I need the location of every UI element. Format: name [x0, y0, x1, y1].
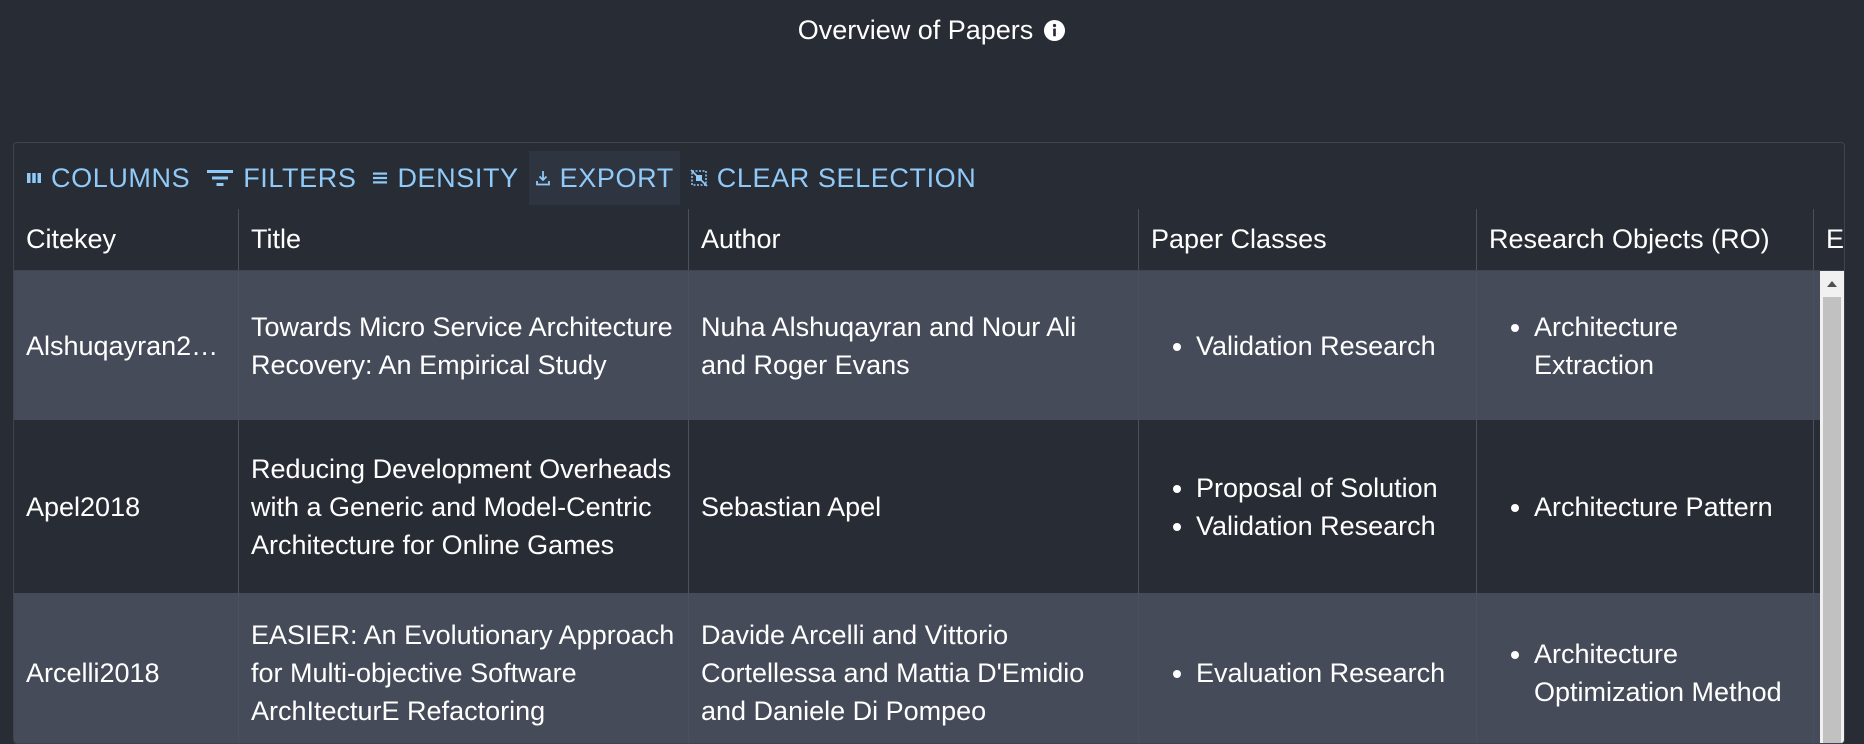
density-button[interactable]: DENSITY	[366, 151, 524, 205]
title-cell[interactable]: Reducing Development Overheads with a Ge…	[239, 420, 689, 593]
export-label: EXPORT	[559, 162, 674, 193]
citekey-cell[interactable]: Arcelli2018	[14, 593, 239, 743]
research-objects-cell[interactable]: Architecture Extraction	[1477, 271, 1814, 420]
table-row[interactable]: Arcelli2018 EASIER: An Evolutionary Appr…	[14, 593, 1844, 743]
list-item: Architecture Extraction	[1534, 308, 1803, 384]
citekey-text: Alshuqayran2…	[26, 330, 219, 361]
table-row[interactable]: Apel2018 Reducing Development Overheads …	[14, 420, 1844, 593]
page-header: Overview of Papers	[0, 0, 1864, 60]
column-header-label: E	[1826, 224, 1844, 254]
column-header-row: Citekey Title Author Paper Classes Resea…	[14, 209, 1844, 271]
citekey-cell[interactable]: Apel2018	[14, 420, 239, 593]
column-header-citekey[interactable]: Citekey	[14, 209, 239, 270]
clear-selection-label: CLEAR SELECTION	[716, 162, 977, 193]
vertical-scrollbar[interactable]	[1820, 271, 1844, 743]
page-title: Overview of Papers	[797, 14, 1034, 45]
title-text: Reducing Development Overheads with a Ge…	[251, 453, 672, 560]
author-cell[interactable]: Davide Arcelli and Vittorio Cortellessa …	[689, 593, 1139, 743]
author-text: Sebastian Apel	[701, 491, 882, 522]
column-header-truncated[interactable]: E	[1814, 209, 1844, 270]
list-item: Architecture Optimization Method	[1534, 635, 1803, 711]
paper-classes-cell[interactable]: Evaluation Research	[1139, 593, 1477, 743]
column-header-label: Title	[251, 224, 302, 254]
list-item: Validation Research	[1196, 327, 1436, 365]
column-header-label: Paper Classes	[1151, 224, 1327, 254]
title-cell[interactable]: EASIER: An Evolutionary Approach for Mul…	[239, 593, 689, 743]
clear-selection-button[interactable]: CLEAR SELECTION	[684, 151, 983, 205]
citekey-text: Arcelli2018	[26, 658, 160, 688]
columns-button[interactable]: COLUMNS	[20, 151, 196, 205]
paper-classes-list: Evaluation Research	[1151, 654, 1445, 692]
column-header-paper-classes[interactable]: Paper Classes	[1139, 209, 1477, 270]
download-icon	[535, 171, 550, 186]
column-header-research-objects[interactable]: Research Objects (RO)	[1477, 209, 1814, 270]
grid-toolbar: COLUMNS FILTERS DENSITY EXPORT CLEAR SEL…	[14, 151, 986, 205]
citekey-cell[interactable]: Alshuqayran2…	[14, 271, 239, 420]
papers-data-grid: COLUMNS FILTERS DENSITY EXPORT CLEAR SEL…	[13, 142, 1845, 744]
scroll-up-arrow-icon[interactable]	[1820, 271, 1844, 295]
column-header-label: Research Objects (RO)	[1489, 224, 1770, 254]
title-text: EASIER: An Evolutionary Approach for Mul…	[251, 620, 675, 726]
research-objects-list: Architecture Pattern	[1489, 488, 1773, 526]
list-item: Architecture Pattern	[1534, 488, 1773, 526]
citekey-text: Apel2018	[26, 491, 141, 522]
view-column-icon	[27, 173, 41, 183]
list-item: Proposal of Solution	[1196, 469, 1438, 507]
research-objects-cell[interactable]: Architecture Pattern	[1477, 420, 1814, 593]
grid-body: Alshuqayran2… Towards Micro Service Arch…	[14, 271, 1844, 743]
author-text: Davide Arcelli and Vittorio Cortellessa …	[701, 620, 1085, 726]
table-row[interactable]: Alshuqayran2… Towards Micro Service Arch…	[14, 271, 1844, 420]
paper-classes-cell[interactable]: Proposal of Solution Validation Research	[1139, 420, 1477, 593]
deselect-icon	[690, 169, 708, 187]
list-item: Validation Research	[1196, 507, 1438, 545]
scrollbar-thumb[interactable]	[1823, 297, 1841, 743]
filter-list-icon	[207, 170, 234, 186]
paper-classes-cell[interactable]: Validation Research	[1139, 271, 1477, 420]
density-label: DENSITY	[397, 162, 519, 193]
title-cell[interactable]: Towards Micro Service Architecture Recov…	[239, 271, 689, 420]
paper-classes-list: Validation Research	[1151, 327, 1436, 365]
column-header-author[interactable]: Author	[689, 209, 1139, 270]
research-objects-list: Architecture Optimization Method	[1489, 635, 1803, 711]
title-text: Towards Micro Service Architecture Recov…	[251, 311, 673, 380]
research-objects-cell[interactable]: Architecture Optimization Method	[1477, 593, 1814, 743]
column-header-label: Citekey	[26, 224, 117, 254]
research-objects-list: Architecture Extraction	[1489, 308, 1803, 384]
author-cell[interactable]: Sebastian Apel	[689, 420, 1139, 593]
density-icon	[373, 172, 388, 184]
list-item: Evaluation Research	[1196, 654, 1445, 692]
export-button[interactable]: EXPORT	[528, 151, 680, 205]
filters-label: FILTERS	[243, 162, 357, 193]
paper-classes-list: Proposal of Solution Validation Research	[1151, 469, 1438, 545]
author-text: Nuha Alshuqayran and Nour Ali and Roger …	[701, 311, 1077, 380]
info-icon[interactable]	[1043, 18, 1066, 41]
filters-button[interactable]: FILTERS	[200, 151, 362, 205]
column-header-label: Author	[701, 224, 781, 254]
column-header-title[interactable]: Title	[239, 209, 689, 270]
author-cell[interactable]: Nuha Alshuqayran and Nour Ali and Roger …	[689, 271, 1139, 420]
columns-label: COLUMNS	[51, 162, 191, 193]
